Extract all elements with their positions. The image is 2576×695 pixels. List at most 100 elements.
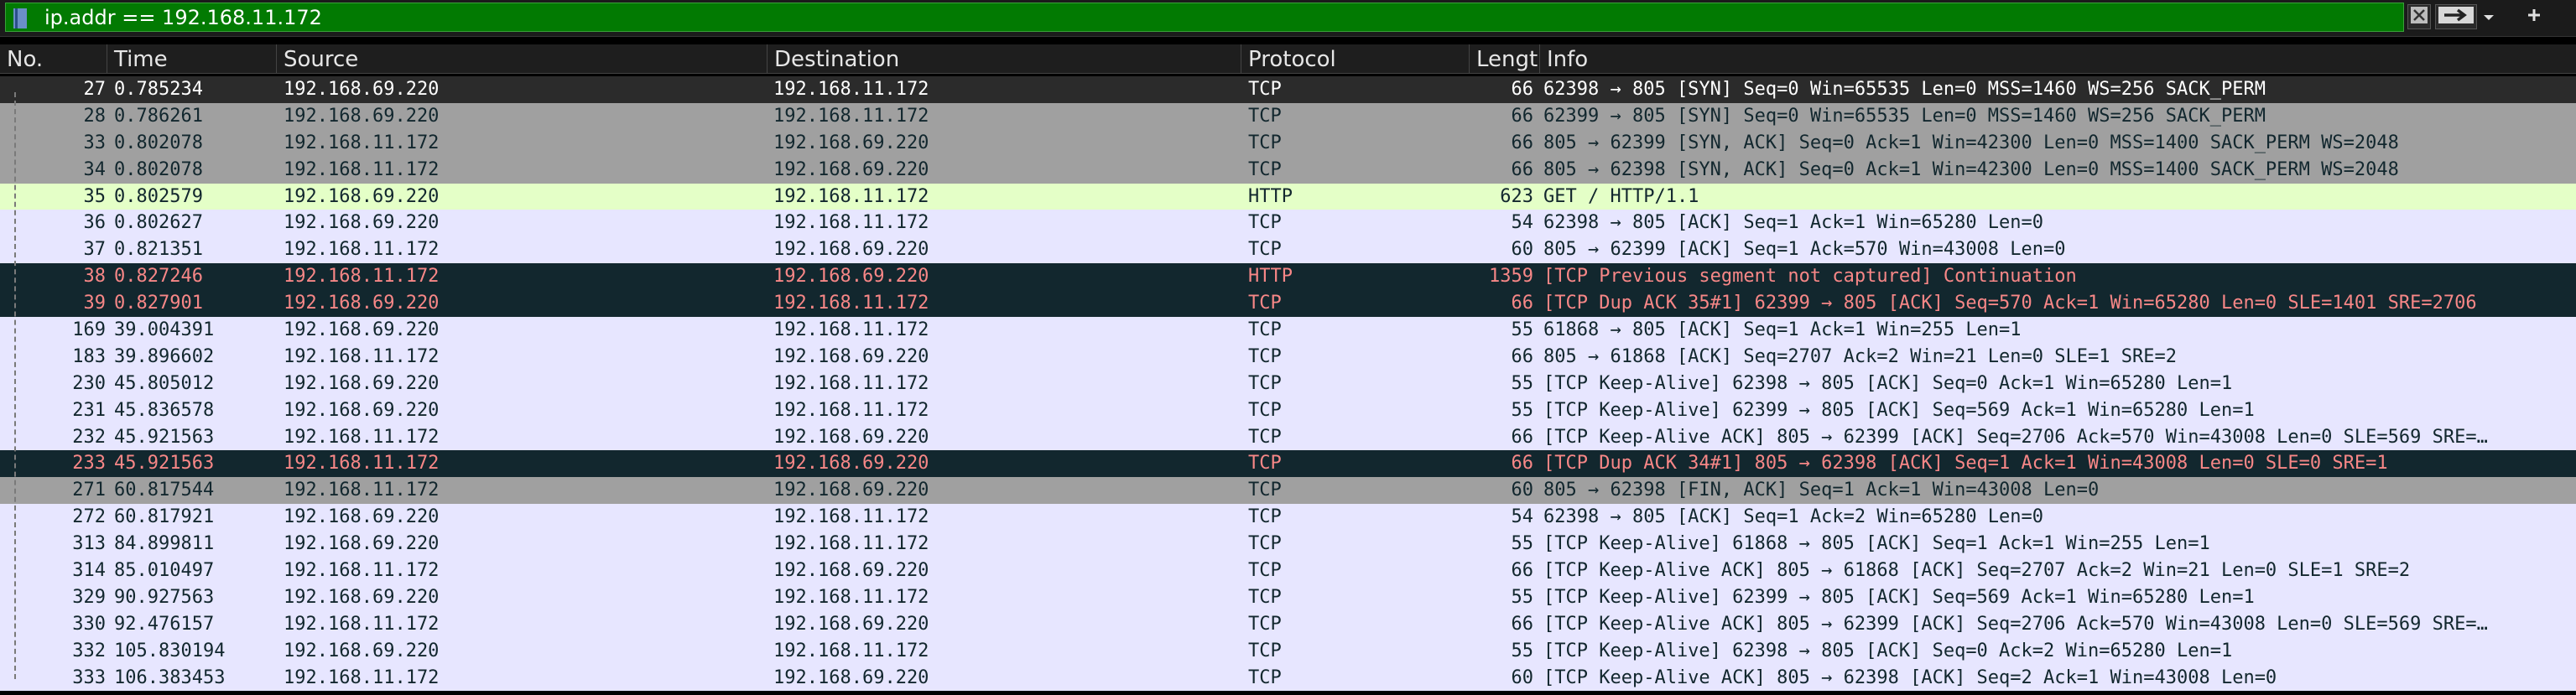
packet-length: 55 [1511, 640, 1534, 661]
packet-length: 623 [1500, 185, 1533, 207]
column-header-length[interactable]: Length [1470, 44, 1540, 73]
packet-time: 105.830194 [114, 640, 226, 661]
packet-length: 66 [1511, 426, 1534, 448]
packet-source: 192.168.69.220 [284, 399, 440, 421]
packet-source: 192.168.69.220 [284, 640, 440, 661]
bookmark-icon[interactable] [13, 8, 28, 29]
packet-destination: 192.168.11.172 [773, 506, 929, 528]
packet-protocol: TCP [1248, 372, 1282, 394]
packet-row[interactable]: 314 85.010497 192.168.11.172 192.168.69.220… [0, 558, 2576, 584]
packet-source: 192.168.69.220 [284, 293, 440, 314]
packet-row[interactable]: 37 0.821351 192.168.11.172 192.168.69.220 TC… [0, 236, 2576, 264]
column-header-time[interactable]: Time [107, 44, 277, 73]
packet-length: 54 [1511, 506, 1534, 528]
packet-info: 61868 → 805 [ACK] Seq=1 Ack=1 Win=255 Le… [1543, 319, 2022, 341]
packet-protocol: TCP [1248, 560, 1282, 582]
packet-destination: 192.168.69.220 [773, 345, 929, 367]
packet-source: 192.168.11.172 [284, 239, 440, 261]
packet-length: 66 [1511, 132, 1534, 153]
packet-length: 1359 [1489, 266, 1533, 288]
packet-protocol: TCP [1248, 399, 1282, 421]
packet-length: 66 [1511, 345, 1534, 367]
packet-destination: 192.168.11.172 [773, 105, 929, 127]
packet-protocol: TCP [1248, 345, 1282, 367]
packet-row[interactable]: 233 45.921563 192.168.11.172 192.168.69.220… [0, 450, 2576, 478]
packet-destination: 192.168.11.172 [773, 586, 929, 608]
packet-row[interactable]: 39 0.827901 192.168.69.220 192.168.11.172 TC… [0, 290, 2576, 318]
packet-info: [TCP Dup ACK 35#1] 62399 → 805 [ACK] Seq… [1543, 293, 2477, 314]
packet-source: 192.168.69.220 [284, 506, 440, 528]
packet-row[interactable]: 333 106.383453 192.168.11.172 192.168.69.22… [0, 664, 2576, 692]
packet-source: 192.168.11.172 [284, 266, 440, 288]
column-header-protocol[interactable]: Protocol [1241, 44, 1470, 73]
packet-destination: 192.168.11.172 [773, 399, 929, 421]
packet-row[interactable]: 272 60.817921 192.168.69.220 192.168.11.172… [0, 504, 2576, 532]
column-header-no[interactable]: No. [0, 44, 107, 73]
packet-time: 39.004391 [114, 319, 215, 341]
packet-length: 55 [1511, 533, 1534, 555]
display-filter-toolbar: ip.addr == 192.168.11.172 [0, 0, 2576, 37]
packet-info: [TCP Keep-Alive ACK] 805 → 61868 [ACK] S… [1543, 560, 2411, 582]
add-filter-button[interactable] [2521, 4, 2547, 29]
arrow-right-icon [2438, 6, 2475, 28]
packet-row[interactable]: 28 0.786261 192.168.69.220 192.168.11.172 TC… [0, 102, 2576, 130]
packet-source: 192.168.11.172 [284, 426, 440, 448]
packet-row[interactable]: 232 45.921563 192.168.11.172 192.168.69.220… [0, 423, 2576, 451]
apply-filter-button[interactable] [2435, 4, 2477, 29]
packet-info: [TCP Dup ACK 34#1] 805 → 62398 [ACK] Seq… [1543, 453, 2388, 475]
packet-row[interactable]: 183 39.896602 192.168.11.172 192.168.69.220… [0, 343, 2576, 371]
packet-length: 60 [1511, 239, 1534, 261]
packet-length: 60 [1511, 480, 1534, 501]
chevron-down-icon [2483, 9, 2495, 25]
packet-row[interactable]: 329 90.927563 192.168.69.220 192.168.11.172… [0, 583, 2576, 611]
packet-row[interactable]: 330 92.476157 192.168.11.172 192.168.69.220… [0, 610, 2576, 638]
packet-protocol: TCP [1248, 666, 1282, 688]
packet-length: 66 [1511, 79, 1534, 100]
packet-time: 45.836578 [114, 399, 215, 421]
column-header-info[interactable]: Info [1540, 44, 2576, 73]
packet-row[interactable]: 169 39.004391 192.168.69.220 192.168.11.172… [0, 317, 2576, 344]
packet-info: 62398 → 805 [ACK] Seq=1 Ack=2 Win=65280 … [1543, 506, 2044, 528]
packet-row[interactable]: 313 84.899811 192.168.69.220 192.168.11.172… [0, 531, 2576, 558]
packet-source: 192.168.11.172 [284, 158, 440, 180]
packet-protocol: TCP [1248, 132, 1282, 153]
display-filter-input[interactable]: ip.addr == 192.168.11.172 [5, 3, 2404, 32]
packet-row[interactable]: 27 0.785234 192.168.69.220 192.168.11.172 TC… [0, 76, 2576, 103]
packet-destination: 192.168.69.220 [773, 132, 929, 153]
packet-row[interactable]: 271 60.817544 192.168.11.172 192.168.69.220… [0, 477, 2576, 505]
packet-info: 805 → 61868 [ACK] Seq=2707 Ack=2 Win=21 … [1543, 345, 2177, 367]
packet-row[interactable]: 38 0.827246 192.168.11.172 192.168.69.220 HT… [0, 263, 2576, 291]
clear-filter-button[interactable] [2407, 4, 2431, 29]
packet-time: 45.805012 [114, 372, 215, 394]
packet-destination: 192.168.11.172 [773, 79, 929, 100]
packet-row[interactable]: 231 45.836578 192.168.69.220 192.168.11.172… [0, 397, 2576, 424]
column-header-destination[interactable]: Destination [768, 44, 1241, 73]
packet-length: 55 [1511, 319, 1534, 341]
packet-row[interactable]: 36 0.802627 192.168.69.220 192.168.11.172 TC… [0, 210, 2576, 237]
packet-time: 45.921563 [114, 453, 215, 475]
packet-time: 0.785234 [114, 79, 203, 100]
packet-length: 66 [1511, 453, 1534, 475]
packet-source: 192.168.69.220 [284, 319, 440, 341]
packet-protocol: TCP [1248, 586, 1282, 608]
packet-destination: 192.168.11.172 [773, 293, 929, 314]
filter-expression[interactable]: ip.addr == 192.168.11.172 [44, 7, 322, 29]
packet-row[interactable]: 34 0.802078 192.168.11.172 192.168.69.220 TC… [0, 156, 2576, 184]
packet-destination: 192.168.11.172 [773, 212, 929, 234]
column-header-source[interactable]: Source [277, 44, 768, 73]
packet-protocol: TCP [1248, 212, 1282, 234]
filter-dropdown-button[interactable] [2479, 4, 2499, 29]
packet-destination: 192.168.69.220 [773, 158, 929, 180]
packet-source: 192.168.69.220 [284, 185, 440, 207]
packet-source: 192.168.11.172 [284, 666, 440, 688]
packet-row[interactable]: 35 0.802579 192.168.69.220 192.168.11.172 HT… [0, 183, 2576, 210]
packet-time: 0.821351 [114, 239, 203, 261]
packet-destination: 192.168.69.220 [773, 426, 929, 448]
packet-destination: 192.168.11.172 [773, 185, 929, 207]
packet-row[interactable]: 33 0.802078 192.168.11.172 192.168.69.220 TC… [0, 129, 2576, 157]
packet-protocol: TCP [1248, 613, 1282, 635]
packet-info: 805 → 62399 [SYN, ACK] Seq=0 Ack=1 Win=4… [1543, 132, 2399, 153]
packet-info: [TCP Keep-Alive] 62398 → 805 [ACK] Seq=0… [1543, 640, 2233, 661]
packet-row[interactable]: 230 45.805012 192.168.69.220 192.168.11.172… [0, 370, 2576, 397]
packet-row[interactable]: 332 105.830194 192.168.69.220 192.168.11.17… [0, 637, 2576, 665]
